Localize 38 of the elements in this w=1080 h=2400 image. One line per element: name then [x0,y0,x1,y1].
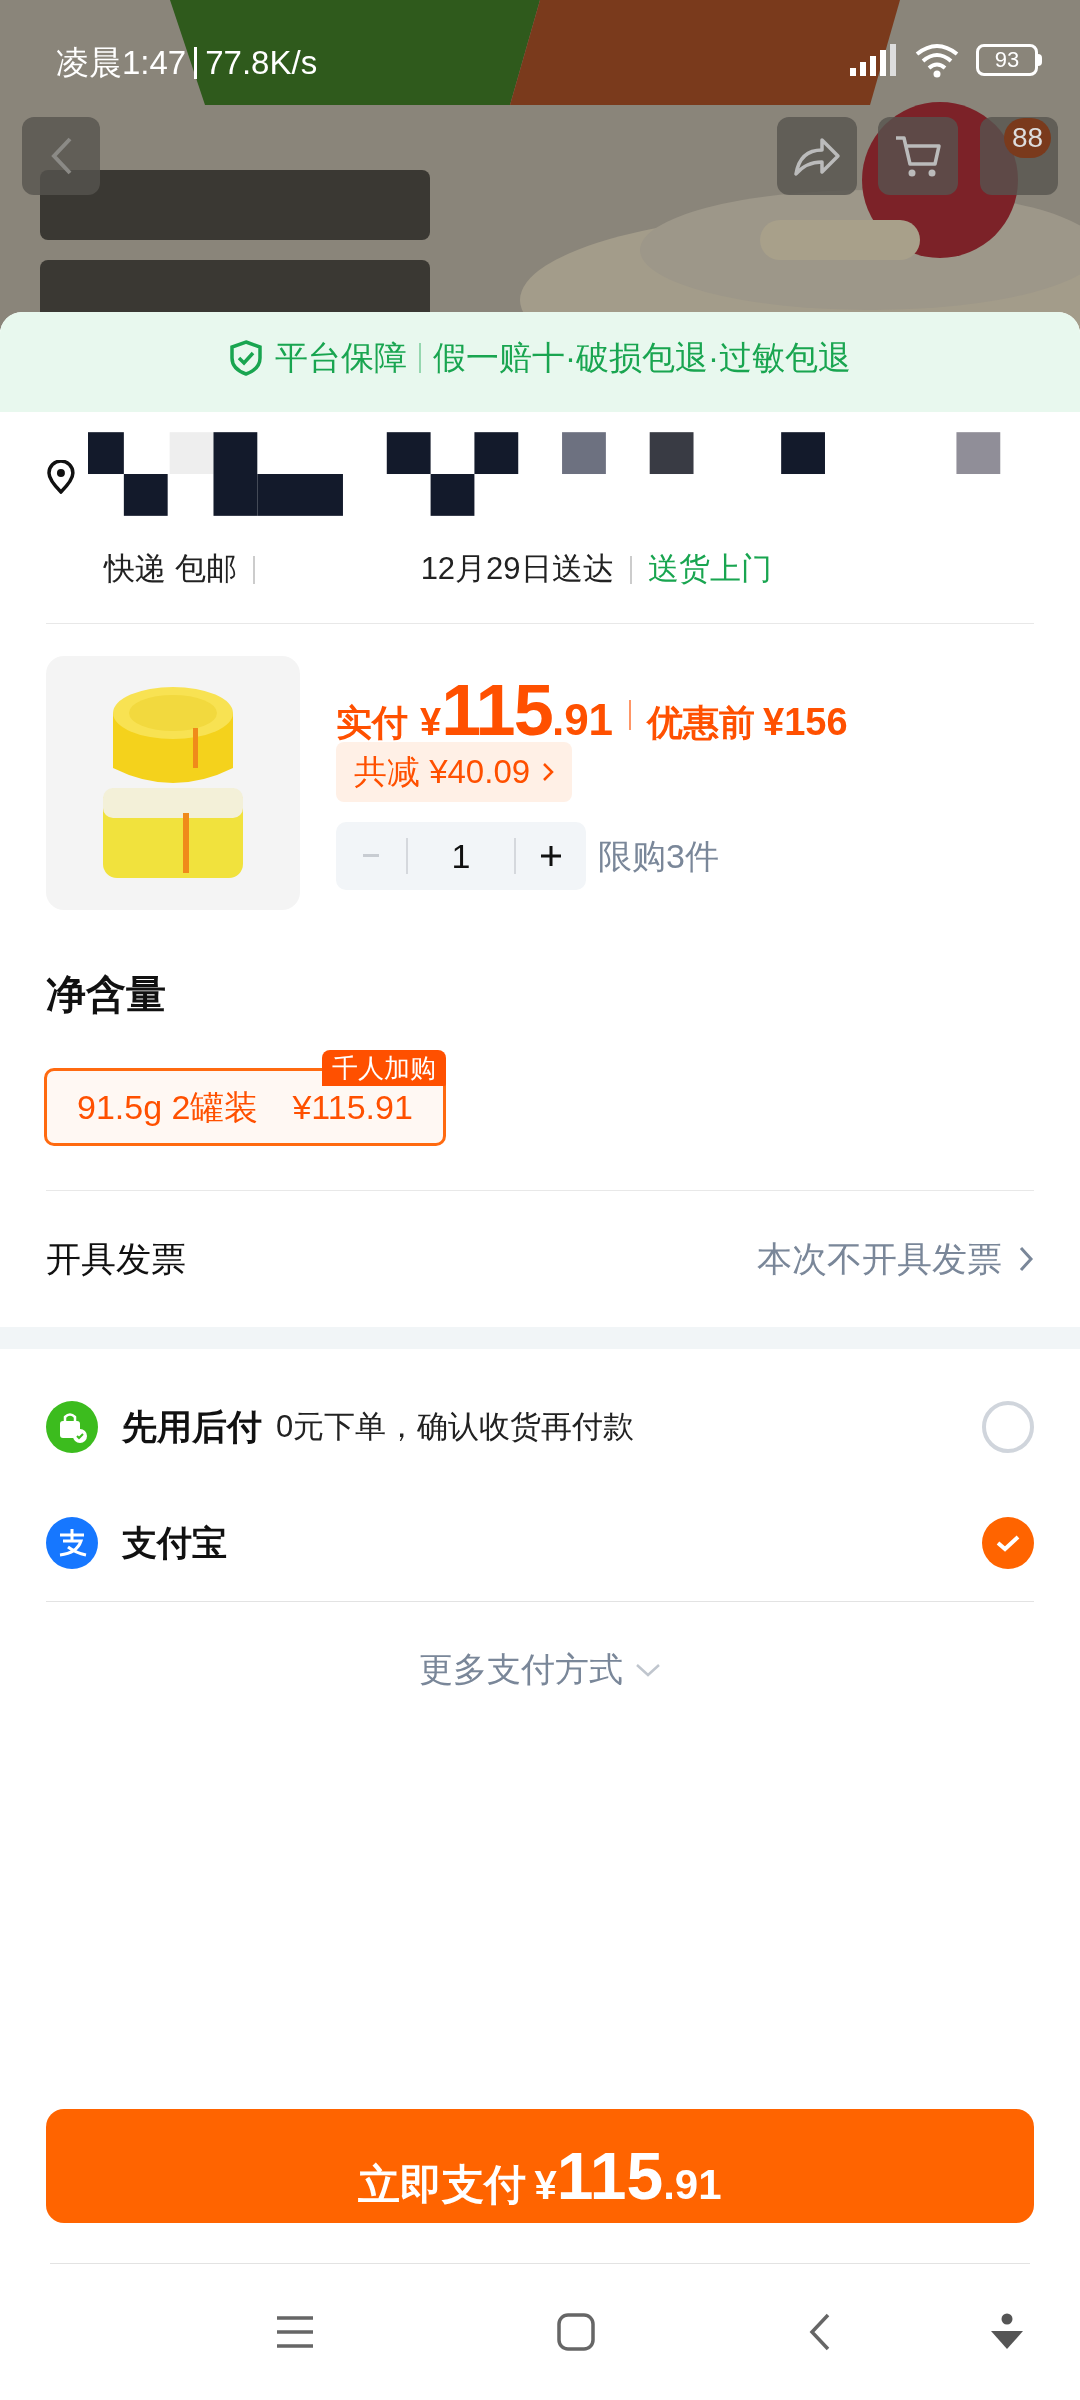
original-price: ¥156 [763,700,848,745]
paid-label: 实付 [336,701,408,745]
original-label: 优惠前 [647,701,756,745]
delivery-service: 送货上门 [647,550,772,589]
chevron-icon [1018,1244,1034,1274]
menu-icon[interactable] [275,2315,315,2349]
status-time: 凌晨1:47 [56,43,187,83]
home-icon[interactable] [557,2313,595,2351]
minus-icon [363,854,379,858]
back-button[interactable] [22,117,100,195]
assistant-icon[interactable] [989,2313,1025,2351]
chevron-icon [542,761,555,783]
delivery-method: 快递 包邮 [104,550,237,589]
invoice-row[interactable]: 开具发票 本次不开具发票 [0,1191,1080,1327]
network-speed: 77.8K/s [205,43,318,83]
back-icon[interactable] [809,2313,831,2351]
payment-option[interactable]: 先用后付 0元下单，确认收货再付款 [46,1369,1034,1485]
alipay-icon [46,1517,98,1569]
purchase-limit: 限购3件 [598,835,719,877]
payment-option[interactable]: 支付宝 [46,1485,1034,1601]
more-payments-button[interactable]: 更多支付方式 [419,1644,661,1695]
guarantee-label: 平台保障 [275,338,407,379]
shopping-bag-icon [46,1401,98,1453]
wifi-icon [914,42,960,78]
share-button[interactable] [777,117,857,195]
location-icon [46,460,76,494]
plus-icon [539,844,563,868]
radio-button[interactable] [982,1401,1034,1453]
delivery-date: 12月29日送达 [420,550,614,589]
shield-icon [229,339,263,377]
radio-button[interactable] [982,1517,1034,1569]
section-title: 净含量 [45,971,167,1018]
badge: 千人加购 [321,1050,446,1086]
guarantee-items: 假一赔十·破损包退·过敏包退 [433,338,851,379]
chevron-down-icon [635,1661,661,1678]
cart-button[interactable] [878,117,958,195]
check-icon [995,1533,1021,1553]
quantity-value[interactable]: 1 [408,830,514,882]
